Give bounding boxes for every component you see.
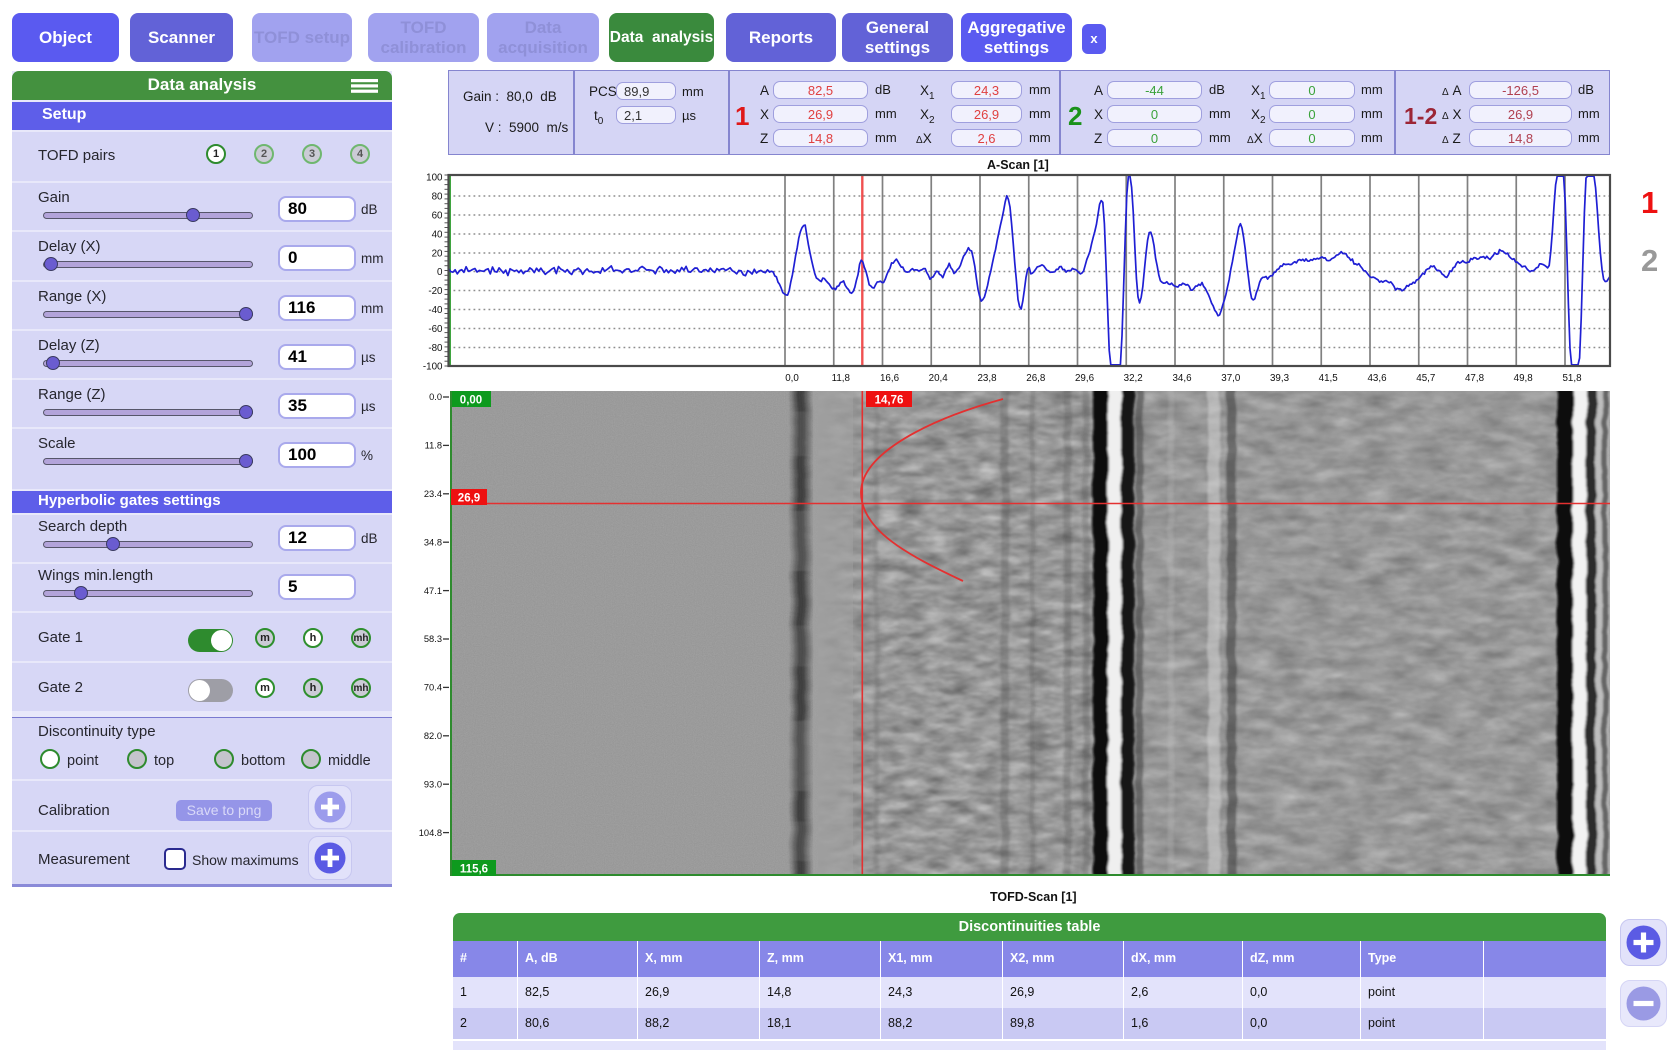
svg-text:39,3: 39,3 [1270,373,1290,384]
svg-text:47,8: 47,8 [1465,373,1485,384]
svg-text:70.4: 70.4 [424,683,442,693]
svg-text:-80: -80 [428,343,443,354]
svg-text:11.8: 11.8 [425,441,442,451]
svg-text:93.0: 93.0 [424,779,442,789]
svg-text:-60: -60 [428,324,443,335]
svg-text:11,8: 11,8 [832,373,851,384]
svg-text:29,6: 29,6 [1075,373,1095,384]
svg-text:23.4: 23.4 [424,489,442,499]
svg-text:26,9: 26,9 [458,493,480,505]
svg-text:-40: -40 [428,305,443,316]
svg-text:32,2: 32,2 [1124,373,1143,384]
svg-text:47.1: 47.1 [424,586,442,596]
svg-text:0.0: 0.0 [429,392,442,402]
svg-text:40: 40 [432,229,443,240]
svg-text:45,7: 45,7 [1416,373,1435,384]
svg-text:14,76: 14,76 [875,395,904,407]
svg-text:100: 100 [426,172,443,183]
svg-text:20,4: 20,4 [929,373,949,384]
svg-text:80: 80 [432,191,443,202]
svg-text:82.0: 82.0 [424,731,442,741]
svg-text:104.8: 104.8 [419,828,442,838]
svg-text:20: 20 [432,248,443,259]
svg-text:-100: -100 [423,361,443,372]
svg-text:115,6: 115,6 [460,864,488,876]
svg-text:16,6: 16,6 [880,373,900,384]
svg-text:37,0: 37,0 [1221,373,1241,384]
svg-text:49,8: 49,8 [1514,373,1534,384]
svg-text:-20: -20 [428,286,443,297]
svg-text:26,8: 26,8 [1026,373,1046,384]
svg-text:60: 60 [432,210,443,221]
svg-text:23,8: 23,8 [977,373,997,384]
svg-text:58.3: 58.3 [424,634,442,644]
svg-text:43,6: 43,6 [1367,373,1387,384]
svg-text:0: 0 [437,267,443,278]
svg-text:34,6: 34,6 [1172,373,1192,384]
svg-text:0,00: 0,00 [460,395,482,407]
svg-text:41,5: 41,5 [1319,373,1339,384]
svg-text:51,8: 51,8 [1562,373,1582,384]
svg-text:0,0: 0,0 [785,373,799,384]
svg-text:34.8: 34.8 [424,537,442,547]
